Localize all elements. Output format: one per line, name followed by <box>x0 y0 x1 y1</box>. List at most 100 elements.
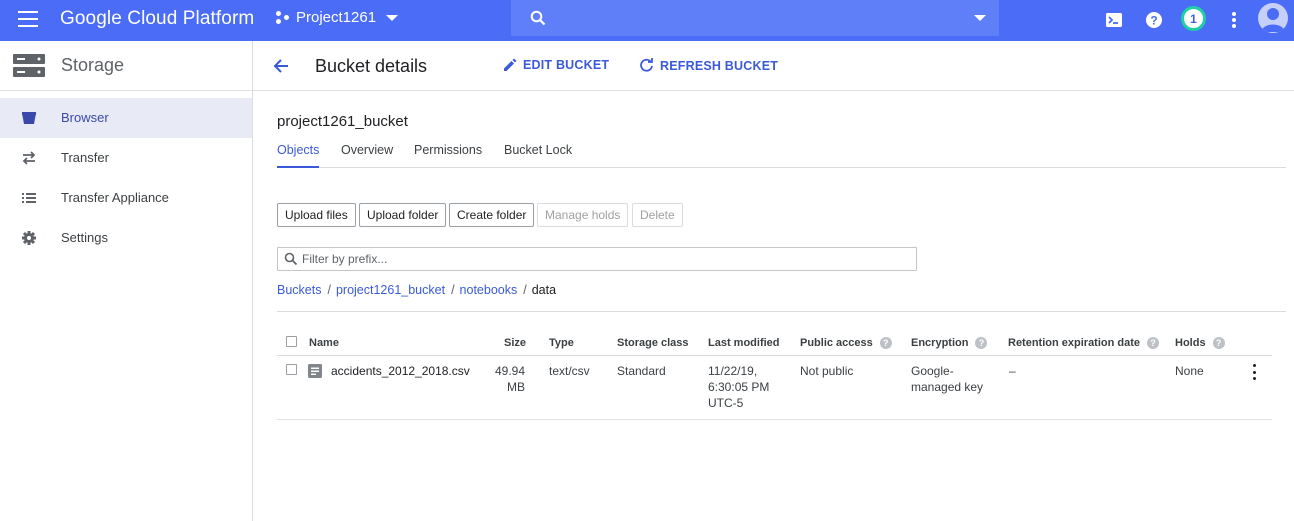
create-folder-button[interactable]: Create folder <box>449 203 535 227</box>
breadcrumb: Buckets / project1261_bucket / notebooks / dat… <box>277 283 556 297</box>
column-header-holds[interactable]: Holds? <box>1175 337 1225 349</box>
file-icon <box>308 364 322 378</box>
sidebar-item-label: Transfer Appliance <box>61 190 169 205</box>
select-all-checkbox[interactable] <box>286 336 297 347</box>
project-name: Project1261 <box>296 9 377 26</box>
tab-objects[interactable]: Objects <box>277 143 320 168</box>
file-last-modified: 11/22/19, 6:30:05 PM UTC-5 <box>708 363 769 411</box>
hamburger-menu-icon[interactable] <box>18 11 38 27</box>
cloud-shell-icon[interactable] <box>1103 9 1125 31</box>
column-header-public-access[interactable]: Public access? <box>800 337 892 349</box>
gear-icon <box>22 231 36 245</box>
search-icon <box>530 10 546 26</box>
sidebar-item-browser[interactable]: Browser <box>0 98 252 138</box>
refresh-icon <box>640 58 653 72</box>
refresh-bucket-label: REFRESH BUCKET <box>660 58 779 73</box>
breadcrumb-buckets[interactable]: Buckets <box>277 283 321 297</box>
help-icon[interactable]: ? <box>975 337 988 349</box>
account-avatar[interactable] <box>1258 3 1288 33</box>
file-size: 49.94 MB <box>490 363 525 395</box>
modified-time: 6:30:05 PM <box>708 380 770 394</box>
top-app-bar: Google Cloud Platform Project1261 ? 1 <box>0 0 1294 41</box>
search-bar[interactable] <box>511 0 999 36</box>
back-arrow-icon[interactable] <box>272 57 290 75</box>
pencil-icon <box>504 58 517 71</box>
column-header-type[interactable]: Type <box>549 337 574 349</box>
bucket-icon <box>22 112 36 124</box>
breadcrumb-bucket[interactable]: project1261_bucket <box>336 283 445 297</box>
sidebar-item-label: Transfer <box>61 150 109 165</box>
list-icon <box>22 193 36 203</box>
encryption-line: Google- <box>911 364 954 378</box>
help-icon[interactable]: ? <box>1147 337 1160 349</box>
refresh-bucket-button[interactable]: REFRESH BUCKET <box>639 58 778 73</box>
project-dots-icon <box>276 10 290 25</box>
divider <box>277 419 1272 420</box>
encryption-line: managed key <box>911 380 984 394</box>
divider <box>277 355 1272 356</box>
breadcrumb-separator: / <box>451 283 455 297</box>
file-public-access: Not public <box>800 364 854 378</box>
tab-permissions[interactable]: Permissions <box>414 143 482 168</box>
file-holds: None <box>1175 364 1204 378</box>
tab-overview[interactable]: Overview <box>341 143 393 168</box>
manage-holds-button[interactable]: Manage holds <box>537 203 629 227</box>
page-header: Bucket details EDIT BUCKET REFRESH BUCKE… <box>253 41 1294 91</box>
search-icon <box>284 252 298 266</box>
product-title[interactable]: Google Cloud Platform <box>60 8 254 30</box>
column-label: Retention expiration date <box>1008 337 1141 349</box>
row-more-vert-icon[interactable] <box>1248 364 1260 380</box>
divider <box>277 311 1286 312</box>
column-label: Holds <box>1175 337 1206 349</box>
breadcrumb-separator: / <box>523 283 527 297</box>
sidebar-item-label: Settings <box>61 230 108 245</box>
sidebar-item-label: Browser <box>61 110 109 125</box>
column-header-retention[interactable]: Retention expiration date? <box>1008 337 1160 349</box>
delete-button[interactable]: Delete <box>632 203 683 227</box>
storage-product-icon <box>13 54 45 77</box>
svg-text:?: ? <box>1150 13 1157 27</box>
transfer-arrows-icon <box>22 151 36 165</box>
column-header-last-modified[interactable]: Last modified <box>708 337 780 349</box>
file-retention: – <box>1009 364 1016 378</box>
sidebar-title: Storage <box>61 55 125 75</box>
column-header-storage-class[interactable]: Storage class <box>617 337 689 349</box>
file-name-link[interactable]: accidents_2012_2018.csv <box>331 363 470 379</box>
chevron-down-icon <box>386 14 399 21</box>
filter-box <box>277 247 917 271</box>
modified-timezone: UTC-5 <box>708 396 744 410</box>
upload-folder-button[interactable]: Upload folder <box>359 203 447 227</box>
filter-prefix-input[interactable] <box>302 250 902 268</box>
help-icon[interactable]: ? <box>1143 9 1165 31</box>
column-header-size[interactable]: Size <box>504 337 526 349</box>
more-vert-icon[interactable] <box>1223 9 1245 31</box>
file-storage-class: Standard <box>617 364 666 378</box>
modified-date: 11/22/19, <box>708 364 758 378</box>
notifications-badge[interactable]: 1 <box>1181 6 1206 31</box>
sidebar-item-transfer-appliance[interactable]: Transfer Appliance <box>0 178 252 218</box>
project-selector[interactable]: Project1261 <box>276 9 399 26</box>
search-dropdown-icon[interactable] <box>974 15 986 21</box>
column-header-name[interactable]: Name <box>309 337 339 349</box>
sidebar-header: Storage <box>0 41 252 91</box>
sidebar: Storage Browser Transfer Transfer Applia… <box>0 41 253 521</box>
breadcrumb-separator: / <box>327 283 331 297</box>
column-label: Encryption <box>911 337 969 349</box>
sidebar-item-settings[interactable]: Settings <box>0 218 252 258</box>
file-size-unit: MB <box>507 380 525 394</box>
file-encryption: Google-managed key <box>911 363 983 395</box>
breadcrumb-notebooks[interactable]: notebooks <box>460 283 518 297</box>
upload-files-button[interactable]: Upload files <box>277 203 356 227</box>
tab-bucket-lock[interactable]: Bucket Lock <box>504 143 572 168</box>
page-title: Bucket details <box>315 56 428 76</box>
bucket-name: project1261_bucket <box>277 113 408 130</box>
file-size-value: 49.94 <box>494 364 525 378</box>
help-icon[interactable]: ? <box>1212 337 1225 349</box>
column-header-encryption[interactable]: Encryption? <box>911 337 988 349</box>
edit-bucket-button[interactable]: EDIT BUCKET <box>503 58 609 72</box>
sidebar-item-transfer[interactable]: Transfer <box>0 138 252 178</box>
row-checkbox[interactable] <box>286 364 297 375</box>
file-type: text/csv <box>549 364 590 378</box>
bucket-tabs: Objects Overview Permissions Bucket Lock <box>277 143 1286 168</box>
help-icon[interactable]: ? <box>879 337 892 349</box>
